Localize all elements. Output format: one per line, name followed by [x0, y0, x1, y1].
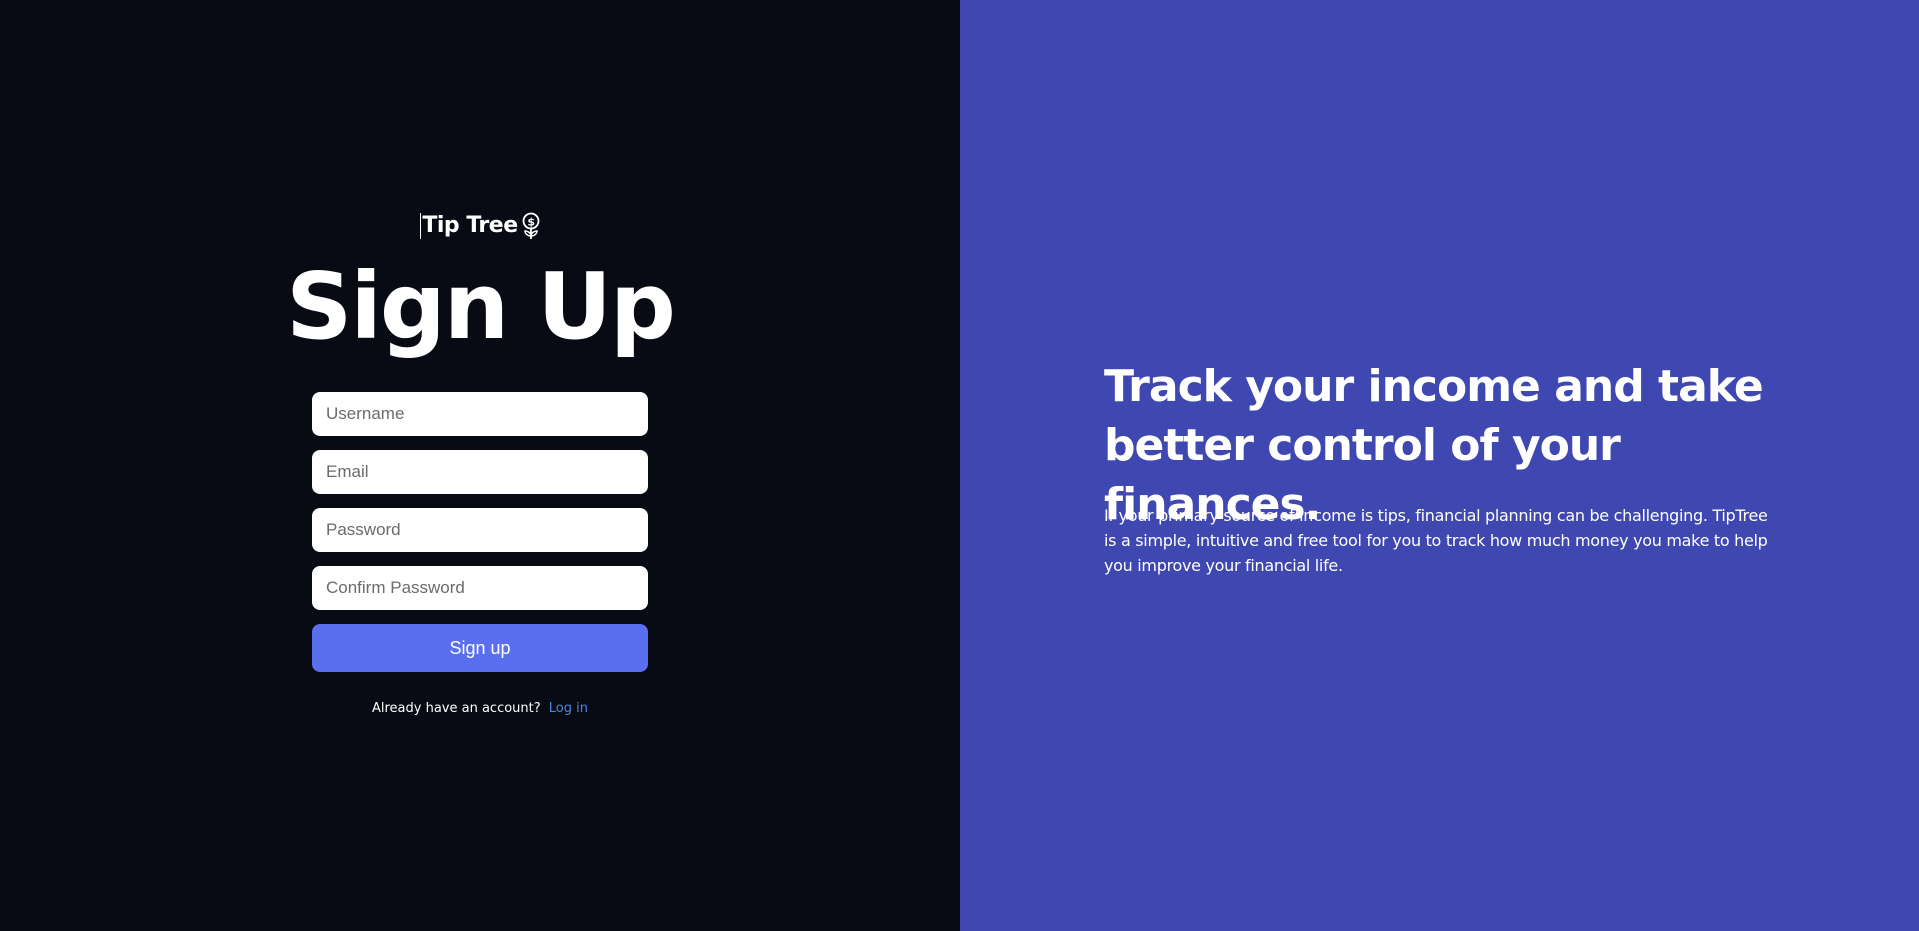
flower-dollar-icon: $: [522, 212, 540, 239]
login-link[interactable]: Log in: [549, 701, 588, 716]
page: Tip Tree $ Sign Up Sign up Already have …: [0, 0, 1919, 931]
signup-panel: Tip Tree $ Sign Up Sign up Already have …: [0, 0, 960, 931]
brand-logo: Tip Tree $: [0, 212, 960, 240]
promo-panel: Track your income and take better contro…: [960, 0, 1919, 931]
email-input[interactable]: [312, 450, 648, 494]
svg-text:$: $: [527, 216, 534, 229]
confirm-password-input[interactable]: [312, 566, 648, 610]
signup-button[interactable]: Sign up: [312, 624, 648, 672]
signup-form: Sign up: [312, 392, 648, 672]
login-prompt-row: Already have an account? Log in: [0, 701, 960, 716]
password-input[interactable]: [312, 508, 648, 552]
promo-description: If your primary source of income is tips…: [1104, 506, 1768, 575]
login-prompt-text: Already have an account?: [371, 701, 541, 716]
username-input[interactable]: [312, 392, 648, 436]
page-title: Sign Up: [286, 253, 676, 360]
brand-name: Tip Tree: [422, 213, 518, 238]
